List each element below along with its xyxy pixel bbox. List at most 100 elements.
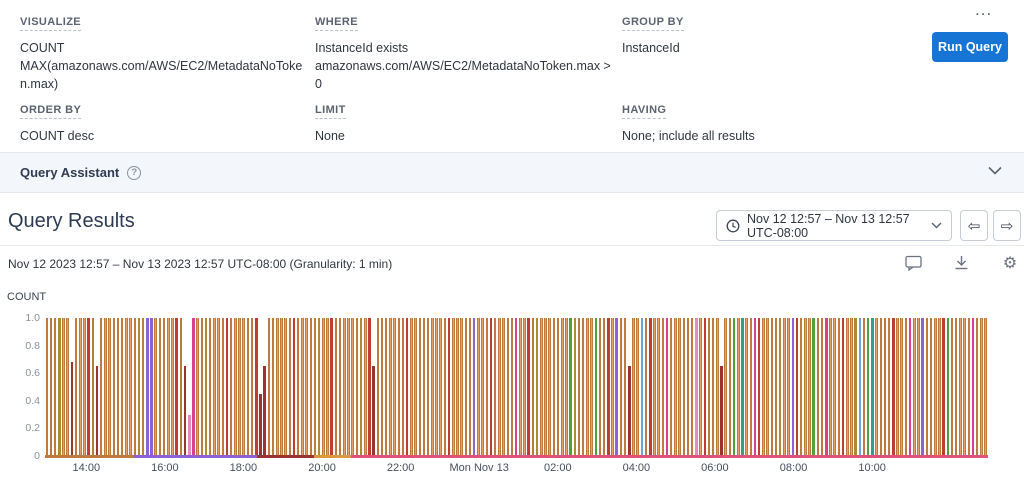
bar [360,318,363,456]
clause-group-by[interactable]: GROUP BY InstanceId [622,12,882,57]
bar [653,318,656,456]
bar [389,318,392,456]
bar [519,318,522,456]
bar [196,318,199,456]
bar [372,366,375,456]
limit-label: LIMIT [315,104,346,119]
bar [863,318,866,456]
bar [800,318,803,456]
bar [699,318,702,456]
bar [301,318,304,456]
bar [515,318,518,456]
bar [968,318,971,456]
bar [842,318,845,456]
bar [75,318,78,456]
bar [850,318,853,456]
comment-icon[interactable] [903,253,923,273]
bar [804,318,807,456]
help-icon[interactable]: ? [127,166,141,180]
x-tick-label: Mon Nov 13 [450,462,509,474]
bar [108,318,111,456]
bar [201,318,204,456]
bar [787,318,790,456]
x-tick-label: 06:00 [701,462,729,474]
visualize-value-max[interactable]: MAX(amazonaws.com/AWS/EC2/MetadataNoToke… [20,57,305,93]
bar [611,318,614,456]
time-back-button[interactable]: ⇦ [960,210,988,241]
having-value[interactable]: None; include all results [622,127,902,145]
query-assistant-bar[interactable]: Query Assistant ? [0,152,1024,193]
bar [712,318,715,456]
bar [963,318,966,456]
bar [716,318,719,456]
bar [892,318,895,456]
bar [724,318,727,456]
bar [984,318,987,456]
bar [666,318,669,456]
bar [691,318,694,456]
where-label: WHERE [315,16,358,31]
bar [242,318,245,456]
bar [771,318,774,456]
clause-visualize[interactable]: VISUALIZE COUNT MAX(amazonaws.com/AWS/EC… [20,12,305,93]
bar [779,318,782,456]
bar [150,318,153,456]
page-title: Query Results [8,210,135,233]
bar [972,318,975,456]
bar [205,318,208,456]
bar [741,318,744,456]
bar [976,318,979,456]
time-forward-button[interactable]: ⇨ [993,210,1021,241]
bar [280,318,283,456]
clause-limit[interactable]: LIMIT None [315,100,615,145]
group-by-value[interactable]: InstanceId [622,39,882,57]
time-range-selector[interactable]: Nov 12 12:57 – Nov 13 12:57 UTC-08:00 [716,210,952,241]
chart-bars[interactable] [45,318,988,456]
chevron-down-icon[interactable] [988,166,1002,175]
bar [934,318,937,456]
bar [662,318,665,456]
divider [0,245,1024,246]
where-value-2[interactable]: amazonaws.com/AWS/EC2/MetadataNoToken.ma… [315,57,615,93]
bar [825,318,828,456]
clause-where[interactable]: WHERE InstanceId exists amazonaws.com/AW… [315,12,615,93]
bar [96,366,99,456]
bar [113,318,116,456]
order-by-label: ORDER BY [20,104,81,119]
y-axis: 1.00.80.60.40.20 [0,313,40,461]
bar [808,318,811,456]
bar [938,318,941,456]
download-icon[interactable] [951,253,971,273]
gear-icon[interactable]: ⚙ [1000,253,1020,273]
y-tick-label: 0.4 [25,395,40,407]
bar [544,318,547,456]
bar [582,318,585,456]
run-query-button[interactable]: Run Query [932,32,1008,62]
bar [339,318,342,456]
bar [263,366,266,456]
x-tick-label: 02:00 [544,462,572,474]
bar [125,318,128,456]
bar [368,318,371,456]
x-tick-label: 18:00 [230,462,258,474]
bar [330,318,333,456]
bar [71,362,74,456]
limit-value[interactable]: None [315,127,615,145]
bar [146,318,149,456]
bar [913,318,916,456]
where-value-1[interactable]: InstanceId exists [315,39,615,57]
bar [737,318,740,456]
bar [532,318,535,456]
baseline-series [45,455,134,458]
bar [758,318,761,456]
clause-having[interactable]: HAVING None; include all results [622,100,902,145]
baseline-series [134,455,258,458]
visualize-value-count[interactable]: COUNT [20,39,305,57]
bar [905,318,908,456]
clause-order-by[interactable]: ORDER BY COUNT desc [20,100,305,145]
bar [829,318,832,456]
chevron-down-icon [931,222,942,229]
overflow-menu-icon[interactable]: ... [975,0,992,20]
bar [603,318,606,456]
order-by-value[interactable]: COUNT desc [20,127,305,145]
